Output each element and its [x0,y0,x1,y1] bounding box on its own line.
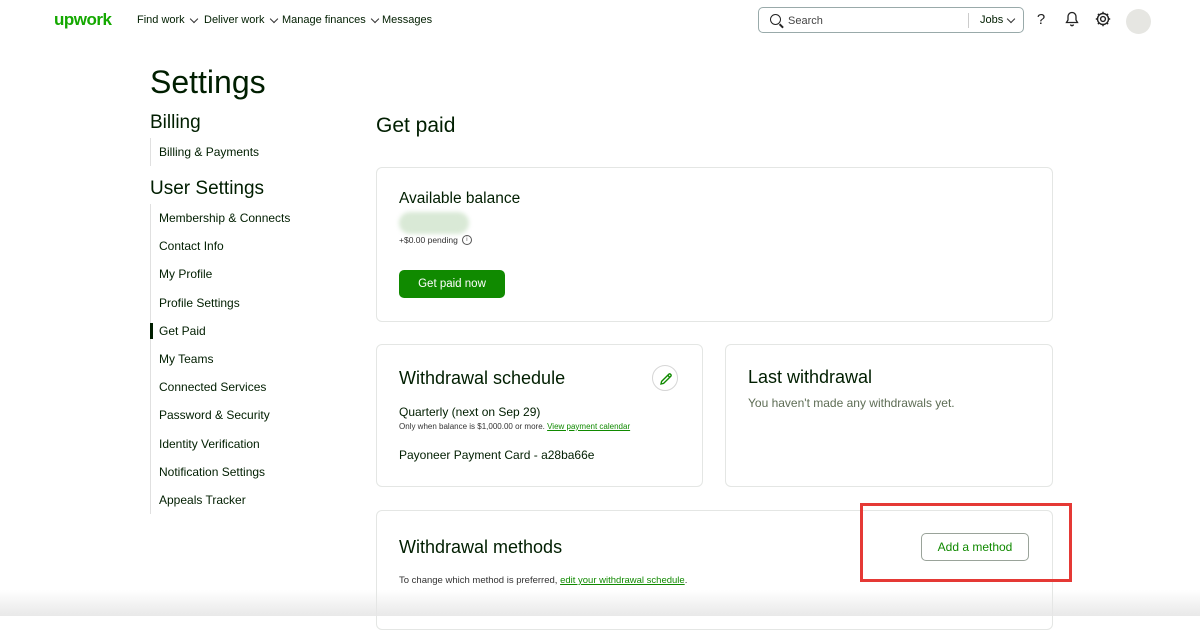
highlight-box [860,503,1072,582]
sidebar-item-billing-payments[interactable]: Billing & Payments [151,138,259,166]
pending-text: +$0.00 pending [399,235,458,245]
settings-icon[interactable] [1094,11,1112,29]
search-input[interactable] [786,12,960,30]
section-title: Get paid [376,114,456,137]
info-icon[interactable]: i [461,235,472,245]
get-paid-now-button[interactable]: Get paid now [399,270,505,298]
sidebar-item-connected-services[interactable]: Connected Services [151,373,290,401]
avatar[interactable] [1126,9,1151,34]
search-scope-label: Jobs [980,14,1004,26]
nav-manage-finances[interactable]: Manage finances [282,14,380,26]
pending-amount: +$0.00 pending i [399,235,472,245]
sidebar-item-contact-info[interactable]: Contact Info [151,232,290,260]
billing-heading: Billing [150,112,201,133]
schedule-frequency: Quarterly (next on Sep 29) [399,405,541,419]
search-scope-dropdown[interactable]: Jobs [980,14,1016,26]
edit-schedule-button[interactable] [652,365,678,391]
available-balance-card: Available balance +$0.00 pending i Get p… [376,167,1053,322]
schedule-method: Payoneer Payment Card - a28ba66e [399,448,595,462]
nav-label: Deliver work [204,14,265,26]
sidebar-item-notification-settings[interactable]: Notification Settings [151,458,290,486]
nav-label: Manage finances [282,14,366,26]
top-navigation: upwork Find work Deliver work Manage fin… [0,0,1200,42]
withdrawal-schedule-title: Withdrawal schedule [399,368,566,388]
sidebar-item-identity-verification[interactable]: Identity Verification [151,430,290,458]
chevron-down-icon [370,14,380,23]
sidebar-item-password-security[interactable]: Password & Security [151,401,290,429]
sidebar-item-appeals-tracker[interactable]: Appeals Tracker [151,486,290,514]
helper-prefix: To change which method is preferred, [399,575,558,586]
withdrawal-methods-helper: To change which method is preferred, edi… [399,575,687,586]
nav-label: Find work [137,14,185,26]
search-divider [968,13,969,28]
nav-label: Messages [382,14,433,26]
search-icon [770,14,781,25]
billing-nav: Billing & Payments [150,138,259,167]
bell-icon[interactable] [1063,11,1081,29]
schedule-condition: Only when balance is $1,000.00 or more. … [399,422,630,431]
chevron-down-icon [1007,14,1016,23]
sidebar-item-my-profile[interactable]: My Profile [151,260,290,288]
help-icon[interactable]: ? [1032,11,1050,29]
no-withdrawals-message: You haven't made any withdrawals yet. [748,396,955,410]
edit-withdrawal-schedule-link[interactable]: edit your withdrawal schedule [560,575,685,586]
upwork-logo[interactable]: upwork [54,10,112,30]
pencil-icon [660,373,672,385]
sidebar-item-get-paid[interactable]: Get Paid [149,317,290,345]
bottom-fade [0,590,1200,616]
sidebar-item-my-teams[interactable]: My Teams [151,345,290,373]
nav-find-work[interactable]: Find work [137,14,198,26]
sidebar-item-membership-connects[interactable]: Membership & Connects [151,204,290,232]
balance-amount-redacted [399,212,469,234]
last-withdrawal-title: Last withdrawal [748,367,873,387]
nav-messages[interactable]: Messages [382,14,432,26]
sidebar-item-profile-settings[interactable]: Profile Settings [151,289,290,317]
withdrawal-methods-title: Withdrawal methods [399,537,563,557]
available-balance-title: Available balance [399,190,521,207]
last-withdrawal-card: Last withdrawal You haven't made any wit… [725,344,1053,487]
condition-text: Only when balance is $1,000.00 or more. [399,422,545,431]
helper-suffix: . [684,575,688,586]
page-title: Settings [150,64,266,100]
withdrawal-schedule-card: Withdrawal schedule Quarterly (next on S… [376,344,703,487]
user-settings-heading: User Settings [150,178,265,199]
view-payment-calendar-link[interactable]: View payment calendar [547,422,630,431]
chevron-down-icon [189,14,198,23]
search-bar: Jobs [758,7,1024,33]
user-settings-nav: Membership & Connects Contact Info My Pr… [149,204,290,515]
nav-deliver-work[interactable]: Deliver work [204,14,278,26]
chevron-down-icon [269,14,278,23]
